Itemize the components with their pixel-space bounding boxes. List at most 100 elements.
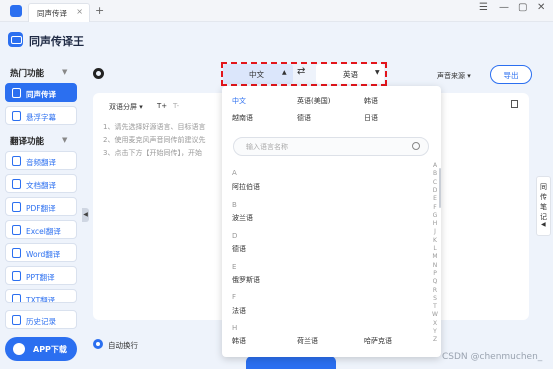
language-search-input[interactable] [246, 141, 406, 153]
index-letter[interactable]: G [431, 212, 439, 219]
dropdown-scrollbar[interactable] [439, 168, 441, 208]
source-language-select[interactable]: 中文 ▲ [223, 64, 293, 84]
hint-line: 1、请先选择好源语言、目标语言 [103, 123, 206, 131]
sidebar-item-simultaneous[interactable]: 同声传译 [5, 83, 77, 102]
layout-icon[interactable] [511, 100, 518, 108]
language-search-field[interactable] [233, 137, 429, 156]
document-icon [12, 179, 21, 189]
index-letter[interactable]: R [431, 287, 439, 294]
index-letter[interactable]: T [431, 303, 439, 310]
minimize-icon[interactable]: — [499, 2, 509, 13]
sidebar-item-label: 音频翻译 [26, 158, 56, 167]
collapse-sidebar-icon[interactable]: ◀ [82, 208, 89, 222]
source-language-value: 中文 [249, 70, 264, 79]
tab-close-icon[interactable]: × [76, 7, 83, 16]
audio-icon [12, 156, 21, 166]
chevron-down-icon[interactable]: ▼ [62, 68, 67, 76]
language-option[interactable]: 德语 [232, 244, 246, 254]
menu-icon[interactable]: ☰ [479, 2, 488, 13]
recent-language-item[interactable]: 越南语 [232, 113, 253, 123]
app-download-button[interactable]: APP下载 [5, 337, 77, 361]
language-option[interactable]: 波兰语 [232, 213, 253, 223]
tab-title: 同声传译 [37, 9, 67, 18]
start-interpretation-button[interactable] [246, 356, 336, 369]
index-letter[interactable]: S [431, 295, 439, 302]
recent-language-item[interactable]: 英语(美国) [297, 96, 330, 106]
phone-icon [13, 343, 25, 355]
sidebar-item-label: Word翻译 [26, 250, 61, 259]
search-icon[interactable] [412, 142, 420, 150]
language-option[interactable]: 荷兰语 [297, 336, 318, 346]
section-hot-features: 热门功能 [10, 69, 45, 79]
sidebar-item-label: TXT翻译 [26, 296, 56, 303]
swap-languages-icon[interactable]: ⇄ [297, 66, 305, 77]
txt-icon [12, 294, 21, 302]
index-letter[interactable]: H [431, 220, 439, 227]
subtitle-icon [12, 111, 21, 121]
audio-source-select[interactable]: 声音来源 ▾ [437, 71, 471, 81]
language-option[interactable]: 阿拉伯语 [232, 182, 260, 192]
index-letter[interactable]: P [431, 270, 439, 277]
split-mode-select[interactable]: 双语分屏 ▾ [109, 102, 143, 112]
export-button[interactable]: 导出 [490, 65, 532, 84]
index-letter[interactable]: K [431, 237, 439, 244]
index-letter[interactable]: X [431, 320, 439, 327]
group-letter: F [232, 293, 237, 301]
ppt-icon [12, 271, 21, 281]
index-letter[interactable]: F [431, 204, 439, 211]
index-letter[interactable]: Q [431, 278, 439, 285]
word-icon [12, 248, 21, 258]
expand-arrow-icon[interactable]: ◀ [541, 221, 546, 228]
sidebar-item-history[interactable]: 历史记录 [5, 310, 77, 329]
language-option[interactable]: 哈萨克语 [364, 336, 392, 346]
sidebar-item-word[interactable]: Word翻译 [5, 243, 77, 262]
maximize-icon[interactable]: ▢ [518, 2, 527, 13]
sidebar-item-txt[interactable]: TXT翻译 [5, 289, 77, 303]
index-letter[interactable]: W [431, 311, 439, 318]
sidebar-item-floating-subtitle[interactable]: 悬浮字幕 [5, 106, 77, 125]
browser-tab[interactable]: 同声传译 × [28, 3, 90, 22]
sidebar-item-label: 文档翻译 [26, 181, 56, 190]
font-decrease-icon[interactable]: T- [173, 102, 179, 110]
index-letter[interactable]: Z [431, 336, 439, 343]
language-option[interactable]: 俄罗斯语 [232, 275, 260, 285]
sidebar-item-ppt[interactable]: PPT翻译 [5, 266, 77, 285]
index-letter[interactable]: N [431, 262, 439, 269]
index-letter[interactable]: A [431, 162, 439, 169]
sidebar-item-pdf[interactable]: PDF翻译 [5, 197, 77, 216]
group-letter: H [232, 324, 238, 332]
index-letter[interactable]: E [431, 195, 439, 202]
language-option[interactable]: 法语 [232, 306, 246, 316]
language-option[interactable]: 韩语 [232, 336, 246, 346]
index-letter[interactable]: C [431, 179, 439, 186]
chevron-down-icon[interactable]: ▼ [62, 136, 67, 144]
caret-up-icon: ▲ [282, 69, 287, 76]
sidebar-item-label: 历史记录 [26, 317, 56, 326]
index-letter[interactable]: J [431, 228, 439, 235]
gear-icon[interactable] [93, 68, 104, 79]
recent-language-item[interactable]: 韩语 [364, 96, 378, 106]
sidebar: 热门功能 ▼ 同声传译 悬浮字幕 翻译功能 ▼ 音频翻译 文档翻译 PDF翻译 … [0, 56, 82, 369]
side-note-char: 传 [540, 193, 547, 201]
window-titlebar: 同声传译 × + ☰ — ▢ ✕ [0, 0, 553, 22]
sidebar-item-excel[interactable]: Excel翻译 [5, 220, 77, 239]
index-letter[interactable]: Y [431, 328, 439, 335]
sidebar-item-label: 同声传译 [26, 90, 56, 99]
recent-language-item[interactable]: 日语 [364, 113, 378, 123]
index-letter[interactable]: B [431, 170, 439, 177]
font-increase-icon[interactable]: T+ [157, 102, 167, 110]
close-window-icon[interactable]: ✕ [537, 2, 545, 13]
recent-language-item[interactable]: 德语 [297, 113, 311, 123]
new-tab-icon[interactable]: + [95, 4, 104, 17]
hint-line: 2、使用麦克风声音同传前建议先 [103, 136, 206, 144]
auto-wrap-radio[interactable] [93, 339, 103, 349]
index-letter[interactable]: L [431, 245, 439, 252]
sidebar-item-audio[interactable]: 音频翻译 [5, 151, 77, 170]
recent-language-item[interactable]: 中文 [232, 96, 246, 106]
excel-icon [12, 225, 21, 235]
sidebar-item-document[interactable]: 文档翻译 [5, 174, 77, 193]
index-letter[interactable]: D [431, 187, 439, 194]
target-language-select[interactable]: 英语 ▼ [316, 64, 384, 84]
index-letter[interactable]: M [431, 253, 439, 260]
auto-wrap-label: 自动换行 [108, 341, 138, 350]
